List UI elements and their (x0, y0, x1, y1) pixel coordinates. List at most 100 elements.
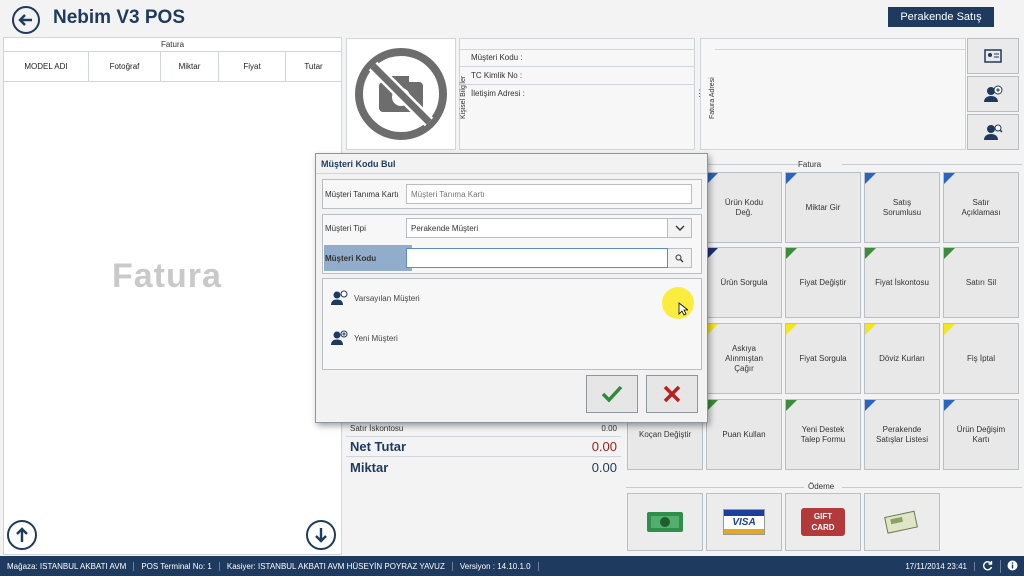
new-customer-label: Yeni Müşteri (354, 333, 398, 343)
tile-corner-marker (707, 400, 718, 411)
status-terminal: POS Terminal No: 1 (134, 561, 220, 571)
satir-iskontosu-value: 0.00 (601, 423, 617, 433)
tile-corner-marker (865, 324, 876, 335)
fatura-tile[interactable]: Puan Kullan (706, 399, 782, 470)
gift-card-payment-button[interactable]: GIFT CARD (785, 493, 861, 551)
fatura-tile-label: Yeni Destek Talep Formu (800, 424, 846, 444)
customer-card-button[interactable] (967, 38, 1019, 74)
refresh-icon[interactable] (975, 559, 1001, 573)
fatura-tile[interactable]: Ürün Kodu Değ. (706, 172, 782, 243)
fatura-tile-label: Satır Açıklaması (961, 197, 1001, 217)
tile-corner-marker (944, 173, 955, 184)
fatura-tile[interactable]: Ürün Değişim Kartı (943, 399, 1019, 470)
fatura-tile[interactable]: Satır Açıklaması (943, 172, 1019, 243)
fatura-tile[interactable]: Askıya Alınmıştan Çağır (706, 323, 782, 394)
back-button[interactable] (12, 6, 40, 34)
col-fotograf[interactable]: Fotoğraf (89, 52, 161, 81)
visa-payment-button[interactable]: VISA (706, 493, 782, 551)
cash-payment-button[interactable] (627, 493, 703, 551)
arrow-down-icon (315, 528, 327, 543)
fatura-tile[interactable]: Fiyat Değiştir (785, 247, 861, 318)
fatura-tile-label: Ürün Değişim Kartı (956, 424, 1006, 444)
invoice-header-row: MODEL ADI Fotoğraf Miktar Fiyat Tutar (4, 52, 341, 82)
fatura-tile[interactable]: Döviz Kurları (864, 323, 940, 394)
new-customer-option[interactable]: Yeni Müşteri (330, 330, 398, 346)
fatura-tile-label: Ürün Sorgula (720, 277, 768, 287)
tile-corner-marker (707, 173, 718, 184)
fatura-tile-label: Satış Sorumlusu (882, 197, 922, 217)
scroll-up-button[interactable] (7, 520, 37, 550)
fatura-tile-label: Fiyat Sorgula (799, 353, 847, 363)
sales-mode-button[interactable]: Perakende Satış (888, 7, 994, 27)
customer-type-value[interactable]: Perakende Müşteri (406, 218, 668, 238)
dialog-title: Müşteri Kodu Bul (316, 154, 707, 174)
col-tutar[interactable]: Tutar (286, 52, 341, 81)
satir-iskontosu-label: Satır İskontosu (350, 423, 404, 433)
card-field-label: Müşteri Tanıma Kartı (325, 189, 399, 199)
tile-corner-marker (865, 400, 876, 411)
fatura-tile-label: Koçan Değiştir (638, 429, 692, 439)
fatura-tile[interactable]: Yeni Destek Talep Formu (785, 399, 861, 470)
tile-corner-marker (944, 324, 955, 335)
info-icon[interactable] (1001, 560, 1024, 573)
app-title: Nebim V3 POS (53, 7, 185, 28)
card-text: CARD (811, 523, 835, 532)
fatura-tile[interactable]: Ürün Sorgula (706, 247, 782, 318)
col-fiyat[interactable]: Fiyat (219, 52, 286, 81)
fatura-tile[interactable]: Fiş İptal (943, 323, 1019, 394)
customer-card-input[interactable] (406, 184, 692, 204)
col-miktar[interactable]: Miktar (161, 52, 219, 81)
status-store: Mağaza: ISTANBUL AKBATI AVM (0, 561, 135, 571)
fatura-tile-label: Fiyat İskontosu (875, 277, 929, 287)
voucher-payment-button[interactable] (864, 493, 940, 551)
tile-corner-marker (707, 324, 718, 335)
totals-panel: Satır İskontosu 0.00 Net Tutar 0.00 Mikt… (346, 420, 621, 478)
personal-info-label: Kişisel Bilgiler (460, 75, 467, 119)
fatura-tile[interactable]: Miktar Gir (785, 172, 861, 243)
add-customer-button[interactable] (967, 76, 1019, 112)
default-customer-label: Varsayılan Müşteri (354, 293, 420, 303)
mouse-cursor-icon (678, 302, 690, 318)
tile-corner-marker (707, 248, 718, 259)
tile-corner-marker (944, 248, 955, 259)
customer-code-search-button[interactable] (668, 248, 692, 268)
customer-info-panel: Kişisel Bilgiler Müşteri Kodu : TC Kimli… (459, 38, 695, 150)
customer-photo[interactable] (346, 38, 456, 150)
tile-corner-marker (786, 324, 797, 335)
user-add-icon (984, 85, 1003, 102)
customer-type-label: Müşteri Tipi (325, 223, 366, 233)
col-model-adi[interactable]: MODEL ADI (4, 52, 89, 81)
fatura-tile[interactable]: Fiyat Sorgula (785, 323, 861, 394)
chevron-down-icon (675, 225, 684, 231)
tile-corner-marker (786, 400, 797, 411)
fatura-tile[interactable]: Satış Sorumlusu (864, 172, 940, 243)
miktar-value: 0.00 (591, 459, 617, 475)
fatura-tile-label: Miktar Gir (805, 202, 841, 212)
fatura-tile[interactable]: Perakende Satışlar Listesi (864, 399, 940, 470)
user-add-icon (331, 330, 348, 345)
address-label: İletişim Adresi : (471, 89, 525, 98)
arrow-left-icon (18, 14, 32, 26)
scroll-down-button[interactable] (306, 520, 336, 550)
arrow-up-icon (16, 527, 28, 542)
fatura-tile-label: Döviz Kurları (879, 353, 925, 363)
find-customer-dialog: Müşteri Kodu Bul Müşteri Tanıma Kartı Mü… (315, 153, 708, 423)
invoice-watermark: Fatura (112, 257, 222, 295)
tile-corner-marker (944, 400, 955, 411)
fatura-tile[interactable]: Satırı Sil (943, 247, 1019, 318)
fatura-tile[interactable]: Fiyat İskontosu (864, 247, 940, 318)
fatura-tile-label: Fiş İptal (966, 353, 995, 363)
search-icon (675, 254, 684, 262)
customer-code-input[interactable] (406, 248, 668, 268)
tile-corner-marker (865, 173, 876, 184)
cash-icon (647, 512, 683, 532)
customer-type-dropdown[interactable] (668, 218, 692, 238)
search-customer-button[interactable] (967, 114, 1019, 150)
cancel-button[interactable] (646, 375, 698, 413)
fatura-tile-label: Askıya Alınmıştan Çağır (725, 343, 763, 373)
customer-code-label: Müşteri Kodu : (471, 53, 523, 62)
confirm-button[interactable] (586, 375, 638, 413)
fatura-tile-label: Fiyat Değiştir (799, 277, 847, 287)
default-customer-option[interactable]: Varsayılan Müşteri (330, 290, 420, 306)
odeme-label: Ödeme (808, 482, 835, 491)
